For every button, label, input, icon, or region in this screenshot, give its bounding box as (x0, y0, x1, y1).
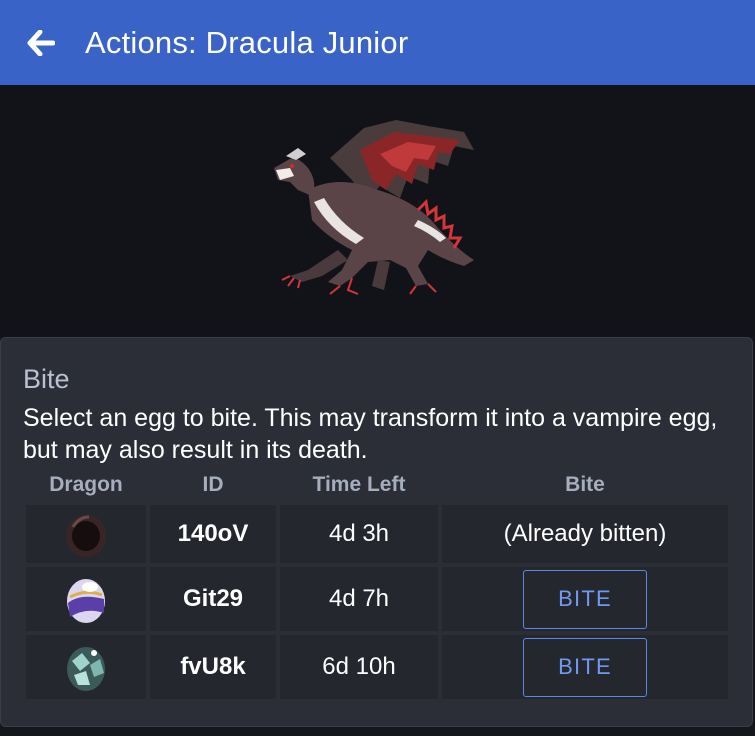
dragon-sprite (274, 120, 474, 295)
column-header-bite: Bite (565, 473, 605, 496)
table-row-2-dragon (26, 567, 146, 631)
egg-id: fvU8k (180, 653, 246, 680)
arrow-left-icon (27, 29, 55, 56)
time-left: 4d 7h (328, 585, 390, 612)
egg-id: 140oV (177, 520, 249, 547)
table-row-1-dragon (26, 505, 146, 563)
column-header-time-left: Time Left (312, 473, 406, 496)
time-left: 6d 10h (322, 653, 396, 680)
page-title: Actions: Dracula Junior (85, 24, 409, 60)
table-row-3-id: fvU8k (150, 635, 276, 699)
table-row-1-bite: (Already bitten) (442, 505, 728, 563)
bite-button[interactable]: BITE (523, 637, 647, 697)
table-row-2-bite: BITE (442, 567, 728, 631)
table-row-1-time: 4d 3h (280, 505, 438, 563)
table-row-1-id: 140oV (150, 505, 276, 563)
time-left: 4d 3h (328, 520, 390, 547)
column-header-dragon: Dragon (49, 473, 123, 496)
table-row-3-dragon (26, 635, 146, 699)
purple-egg-icon (67, 579, 105, 623)
back-button[interactable] (26, 28, 56, 58)
section-description: Select an egg to bite. This may transfor… (23, 404, 718, 464)
bite-status: (Already bitten) (503, 520, 667, 547)
table-row-2-id: Git29 (150, 567, 276, 631)
app-bar: Actions: Dracula Junior (0, 0, 755, 85)
egg-id: Git29 (182, 585, 244, 612)
section-title: Bite (23, 364, 70, 394)
table-row-2-time: 4d 7h (280, 567, 438, 631)
bite-button[interactable]: BITE (523, 569, 647, 629)
dark-egg-icon (66, 515, 106, 557)
column-header-id: ID (202, 473, 224, 496)
table-row-3-bite: BITE (442, 635, 728, 699)
crystal-egg-icon (67, 647, 105, 691)
table-row-3-time: 6d 10h (280, 635, 438, 699)
